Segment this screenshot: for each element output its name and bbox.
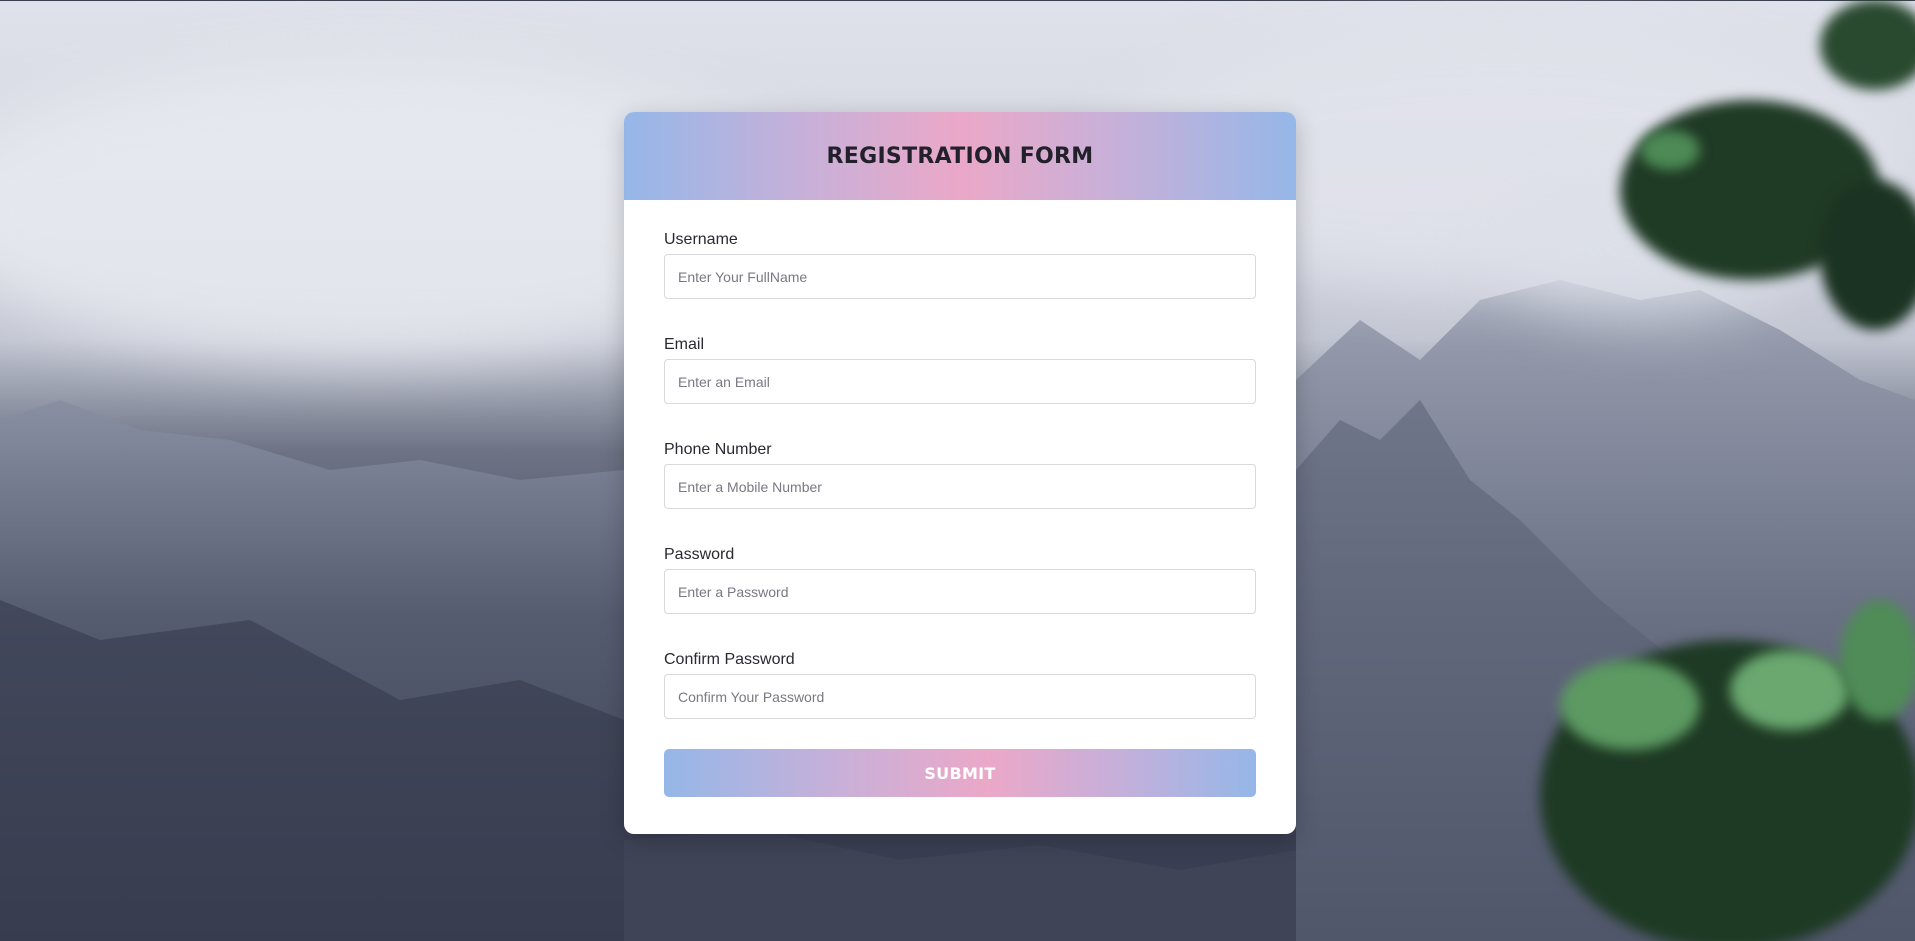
email-field-group: Email [664,335,1256,404]
email-input[interactable] [664,359,1256,404]
password-field-group: Password [664,545,1256,614]
tree-foliage [1640,130,1700,170]
phone-number-input[interactable] [664,464,1256,509]
card-header: REGISTRATION FORM [624,112,1296,200]
form-body: Username Email Phone Number Password Con… [624,200,1296,797]
username-label: Username [664,231,738,248]
username-input[interactable] [664,254,1256,299]
password-input[interactable] [664,569,1256,614]
confirm-password-label: Confirm Password [664,651,795,668]
submit-button[interactable]: SUBMIT [664,749,1256,797]
phone-field-group: Phone Number [664,440,1256,509]
tree-foliage [1840,600,1915,720]
tree-foliage [1730,650,1850,730]
confirm-password-field-group: Confirm Password [664,650,1256,719]
registration-card: REGISTRATION FORM Username Email Phone N… [624,112,1296,834]
form-title: REGISTRATION FORM [826,143,1094,169]
email-label: Email [664,336,705,353]
confirm-password-input[interactable] [664,674,1256,719]
tree-foliage [1560,660,1700,750]
username-field-group: Username [664,230,1256,299]
password-label: Password [664,546,735,563]
phone-number-label: Phone Number [664,441,772,458]
